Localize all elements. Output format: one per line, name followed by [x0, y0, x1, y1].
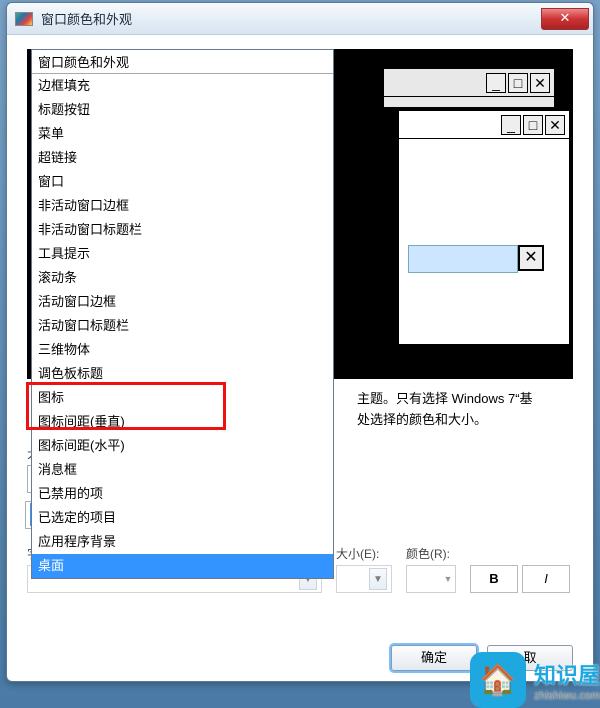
titlebar: 窗口颜色和外观 ✕ — [7, 3, 593, 35]
dropdown-item[interactable]: 超链接 — [32, 146, 333, 170]
preview-message-box: ✕ — [408, 245, 548, 275]
watermark: 🏠 知识屋 zhishiwu.com — [470, 652, 600, 708]
bold-button[interactable]: B — [470, 565, 518, 593]
font-color-label: 颜色(R): — [406, 545, 456, 562]
dropdown-header: 窗口颜色和外观 — [32, 50, 333, 74]
minimize-icon: _ — [486, 73, 506, 93]
description-text: 主题。只有选择 Windows 7“基 处选择的颜色和大小。 — [357, 389, 573, 431]
maximize-icon: □ — [523, 115, 543, 135]
dropdown-item[interactable]: 非活动窗口边框 — [32, 194, 333, 218]
dropdown-item[interactable]: 图标 — [32, 386, 333, 410]
dropdown-item[interactable]: 图标间距(垂直) — [32, 410, 333, 434]
maximize-icon: □ — [508, 73, 528, 93]
dropdown-item[interactable]: 三维物体 — [32, 338, 333, 362]
minimize-icon: _ — [501, 115, 521, 135]
window: 窗口颜色和外观 ✕ _ □ ✕ _ □ ✕ ✕ — [6, 2, 594, 682]
dropdown-item[interactable]: 活动窗口标题栏 — [32, 314, 333, 338]
font-size-combo: ▼ — [336, 565, 392, 593]
close-icon: ✕ — [518, 245, 544, 271]
dropdown-item[interactable]: 窗口 — [32, 170, 333, 194]
preview-active-window: _ □ ✕ — [398, 110, 570, 345]
dropdown-item[interactable]: 消息框 — [32, 458, 333, 482]
dropdown-item[interactable]: 边框填充 — [32, 74, 333, 98]
font-size-label: 大小(E): — [336, 545, 392, 562]
chevron-down-icon: ▼ — [369, 568, 387, 590]
dropdown-item[interactable]: 桌面 — [32, 554, 333, 578]
dropdown-item[interactable]: 已禁用的项 — [32, 482, 333, 506]
close-button[interactable]: ✕ — [541, 8, 589, 30]
font-color-picker: ▼ — [406, 565, 456, 593]
italic-button[interactable]: I — [522, 565, 570, 593]
item-dropdown-list: 窗口颜色和外观 边框填充标题按钮菜单超链接窗口非活动窗口边框非活动窗口标题栏工具… — [31, 49, 334, 579]
dropdown-item[interactable]: 活动窗口边框 — [32, 290, 333, 314]
dropdown-item[interactable]: 菜单 — [32, 122, 333, 146]
dropdown-item[interactable]: 滚动条 — [32, 266, 333, 290]
dropdown-item[interactable]: 应用程序背景 — [32, 530, 333, 554]
house-icon: 🏠 — [470, 652, 526, 708]
dropdown-item[interactable]: 非活动窗口标题栏 — [32, 218, 333, 242]
ok-button[interactable]: 确定 — [391, 645, 477, 671]
dropdown-item[interactable]: 调色板标题 — [32, 362, 333, 386]
app-icon — [15, 12, 33, 26]
dropdown-item[interactable]: 已选定的项目 — [32, 506, 333, 530]
dropdown-item[interactable]: 图标间距(水平) — [32, 434, 333, 458]
close-icon: ✕ — [545, 115, 565, 135]
preview-inactive-window: _ □ ✕ — [383, 68, 555, 108]
window-title: 窗口颜色和外观 — [41, 9, 132, 28]
dropdown-item[interactable]: 工具提示 — [32, 242, 333, 266]
close-icon: ✕ — [530, 73, 550, 93]
dropdown-item[interactable]: 标题按钮 — [32, 98, 333, 122]
